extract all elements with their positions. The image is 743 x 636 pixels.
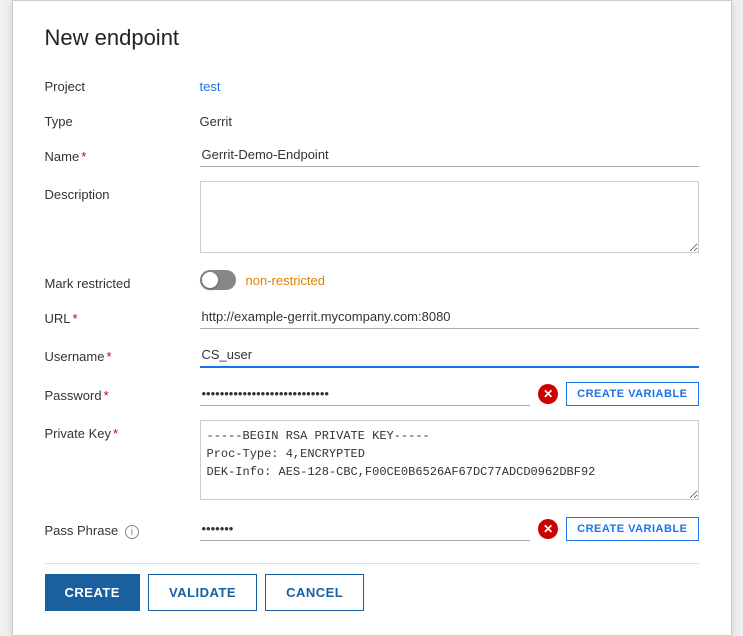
- name-field-wrap: [200, 143, 699, 167]
- pass-phrase-clear-button[interactable]: ✕: [538, 519, 558, 539]
- description-field-wrap: [200, 181, 699, 256]
- password-input[interactable]: [200, 382, 531, 406]
- type-value: Gerrit: [200, 108, 699, 129]
- username-field-wrap: [200, 343, 699, 368]
- password-label: Password*: [45, 382, 200, 403]
- description-label: Description: [45, 181, 200, 202]
- private-key-row: Private Key* -----BEGIN RSA PRIVATE KEY-…: [45, 420, 699, 503]
- toggle-status-label: non-restricted: [246, 273, 325, 288]
- url-field-wrap: [200, 305, 699, 329]
- password-clear-icon: ✕: [538, 384, 558, 404]
- pass-phrase-input-wrap: [200, 517, 531, 541]
- type-label: Type: [45, 108, 200, 129]
- pass-phrase-row: Pass Phrase i ✕ CREATE VARIABLE: [45, 517, 699, 541]
- username-required: *: [106, 349, 111, 364]
- cancel-button[interactable]: CANCEL: [265, 574, 364, 611]
- password-create-variable-button[interactable]: CREATE VARIABLE: [566, 382, 698, 406]
- validate-button[interactable]: VALIDATE: [148, 574, 257, 611]
- name-label: Name*: [45, 143, 200, 164]
- project-label: Project: [45, 73, 200, 94]
- type-row: Type Gerrit: [45, 108, 699, 129]
- password-clear-button[interactable]: ✕: [538, 384, 558, 404]
- url-input[interactable]: [200, 305, 699, 329]
- description-input[interactable]: [200, 181, 699, 253]
- pass-phrase-clear-icon: ✕: [538, 519, 558, 539]
- url-label: URL*: [45, 305, 200, 326]
- mark-restricted-row: Mark restricted non-restricted: [45, 270, 699, 291]
- name-input[interactable]: [200, 143, 699, 167]
- private-key-input[interactable]: -----BEGIN RSA PRIVATE KEY----- Proc-Typ…: [200, 420, 699, 500]
- private-key-field-wrap: -----BEGIN RSA PRIVATE KEY----- Proc-Typ…: [200, 420, 699, 503]
- pass-phrase-create-variable-button[interactable]: CREATE VARIABLE: [566, 517, 698, 541]
- toggle-row: non-restricted: [200, 270, 699, 290]
- username-row: Username*: [45, 343, 699, 368]
- password-row-inner: ✕ CREATE VARIABLE: [200, 382, 699, 406]
- new-endpoint-dialog: New endpoint Project test Type Gerrit Na…: [12, 0, 732, 636]
- mark-restricted-toggle[interactable]: [200, 270, 236, 290]
- description-row: Description: [45, 181, 699, 256]
- password-input-wrap: [200, 382, 531, 406]
- toggle-thumb: [202, 272, 218, 288]
- private-key-required: *: [113, 426, 118, 441]
- dialog-footer: CREATE VALIDATE CANCEL: [45, 563, 699, 611]
- password-required: *: [104, 388, 109, 403]
- pass-phrase-field-wrap: ✕ CREATE VARIABLE: [200, 517, 699, 541]
- create-button[interactable]: CREATE: [45, 574, 140, 611]
- mark-restricted-wrap: non-restricted: [200, 270, 699, 290]
- pass-phrase-label: Pass Phrase i: [45, 517, 200, 539]
- name-required: *: [81, 149, 86, 164]
- username-label: Username*: [45, 343, 200, 364]
- project-value: test: [200, 73, 699, 94]
- password-field-wrap: ✕ CREATE VARIABLE: [200, 382, 699, 406]
- private-key-label: Private Key*: [45, 420, 200, 441]
- url-row: URL*: [45, 305, 699, 329]
- pass-phrase-row-inner: ✕ CREATE VARIABLE: [200, 517, 699, 541]
- username-input[interactable]: [200, 343, 699, 368]
- pass-phrase-input[interactable]: [200, 517, 531, 541]
- project-row: Project test: [45, 73, 699, 94]
- url-required: *: [73, 311, 78, 326]
- pass-phrase-info-icon: i: [125, 525, 139, 539]
- dialog-title: New endpoint: [45, 25, 699, 51]
- mark-restricted-label: Mark restricted: [45, 270, 200, 291]
- password-row: Password* ✕ CREATE VARIABLE: [45, 382, 699, 406]
- name-row: Name*: [45, 143, 699, 167]
